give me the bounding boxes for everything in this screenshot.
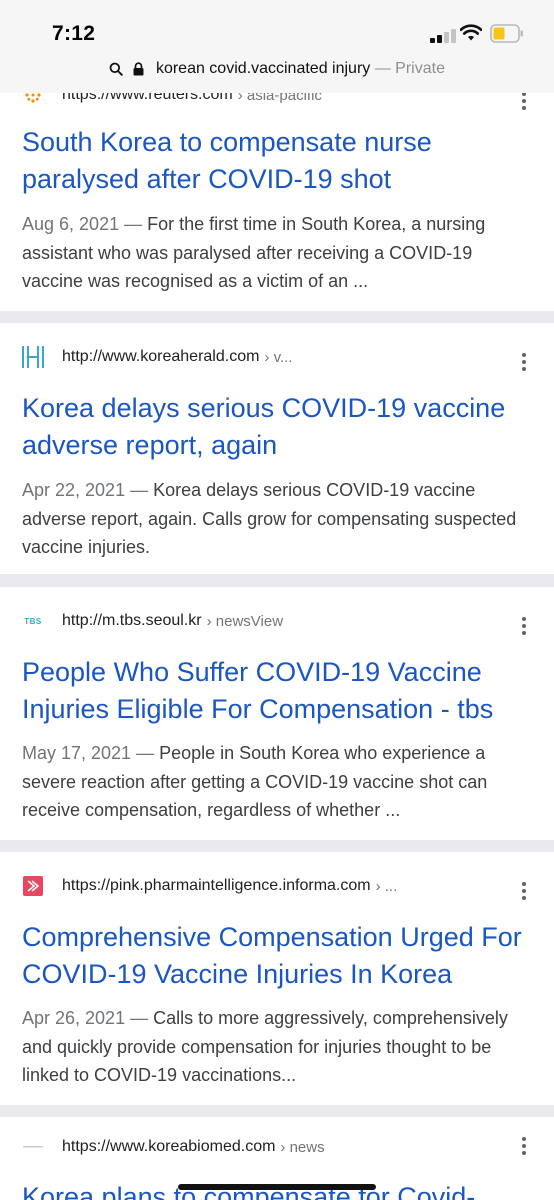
result-title-link[interactable]: Comprehensive Compensation Urged For COV… (22, 919, 537, 993)
tbs-favicon-text: TBS (24, 616, 42, 626)
result-breadcrumb: › news (280, 1138, 325, 1156)
result-date: Apr 22, 2021 (22, 480, 126, 500)
result-date: Aug 6, 2021 (22, 214, 120, 234)
result-site-url: https://www.koreabiomed.com (62, 1138, 276, 1155)
result-dash: — (125, 480, 154, 500)
url-separator: — (370, 60, 396, 77)
search-icon (109, 62, 123, 76)
more-options-icon[interactable] (520, 1137, 528, 1157)
result-title-link[interactable]: South Korea to compensate nurse paralyse… (22, 124, 537, 198)
result-date: Apr 26, 2021 (22, 1008, 126, 1028)
wifi-icon (460, 24, 482, 41)
result-date: May 17, 2021 (22, 743, 132, 763)
address-bar[interactable]: korean covid.vaccinated injury — Private (0, 60, 554, 84)
status-time: 7:12 (52, 22, 96, 45)
private-mode-label: Private (395, 60, 445, 77)
browser-top-bar: 7:12 korean covid.vaccinated injury — Pr… (0, 0, 554, 93)
result-snippet: May 17, 2021 — People in South Korea who… (22, 739, 537, 825)
koreaherald-logo-icon (22, 346, 44, 368)
result-site-url: http://m.tbs.seoul.kr (62, 612, 202, 629)
result-title-link[interactable]: People Who Suffer COVID-19 Vaccine Injur… (22, 654, 537, 728)
search-result-card: https://pink.pharmaintelligence.informa.… (0, 852, 554, 1105)
result-dash: — (119, 214, 148, 234)
result-site-row[interactable]: https://pink.pharmaintelligence.informa.… (22, 874, 397, 898)
more-options-icon[interactable] (520, 92, 528, 112)
koreabiomed-logo-icon (22, 1136, 44, 1158)
result-breadcrumb: › ... (375, 877, 398, 895)
more-options-icon[interactable] (520, 617, 528, 637)
search-result-card: http://www.koreaherald.com › v... Korea … (0, 323, 554, 574)
pink-pharma-logo-icon (22, 875, 44, 897)
battery-icon (490, 24, 523, 43)
lock-icon (133, 62, 144, 76)
search-result-card: https://www.reuters.com › asia-pacific S… (0, 60, 554, 311)
result-snippet: Apr 22, 2021 — Korea delays serious COVI… (22, 476, 537, 562)
search-query: korean covid.vaccinated injury (155, 60, 371, 77)
result-dash: — (125, 1008, 154, 1028)
result-snippet: Apr 26, 2021 — Calls to more aggressivel… (22, 1004, 537, 1090)
result-site-url: https://pink.pharmaintelligence.informa.… (62, 877, 371, 894)
result-site-row[interactable]: TBS http://m.tbs.seoul.kr › newsView (22, 609, 283, 633)
result-breadcrumb: › v... (264, 348, 293, 366)
result-title-link[interactable]: Korea delays serious COVID-19 vaccine ad… (22, 390, 537, 464)
result-snippet: Aug 6, 2021 — For the first time in Sout… (22, 210, 537, 296)
result-site-row[interactable]: https://www.koreabiomed.com › news (22, 1135, 325, 1159)
result-site-row[interactable]: http://www.koreaherald.com › v... (22, 345, 292, 369)
more-options-icon[interactable] (520, 353, 528, 373)
result-breadcrumb: › newsView (206, 612, 284, 630)
home-indicator[interactable] (178, 1184, 376, 1190)
cellular-signal-icon (430, 27, 456, 43)
tbs-logo-icon: TBS (22, 610, 44, 632)
more-options-icon[interactable] (520, 882, 528, 902)
result-site-url: http://www.koreaherald.com (62, 348, 260, 365)
result-dash: — (131, 743, 160, 763)
search-result-card: TBS http://m.tbs.seoul.kr › newsView Peo… (0, 587, 554, 840)
